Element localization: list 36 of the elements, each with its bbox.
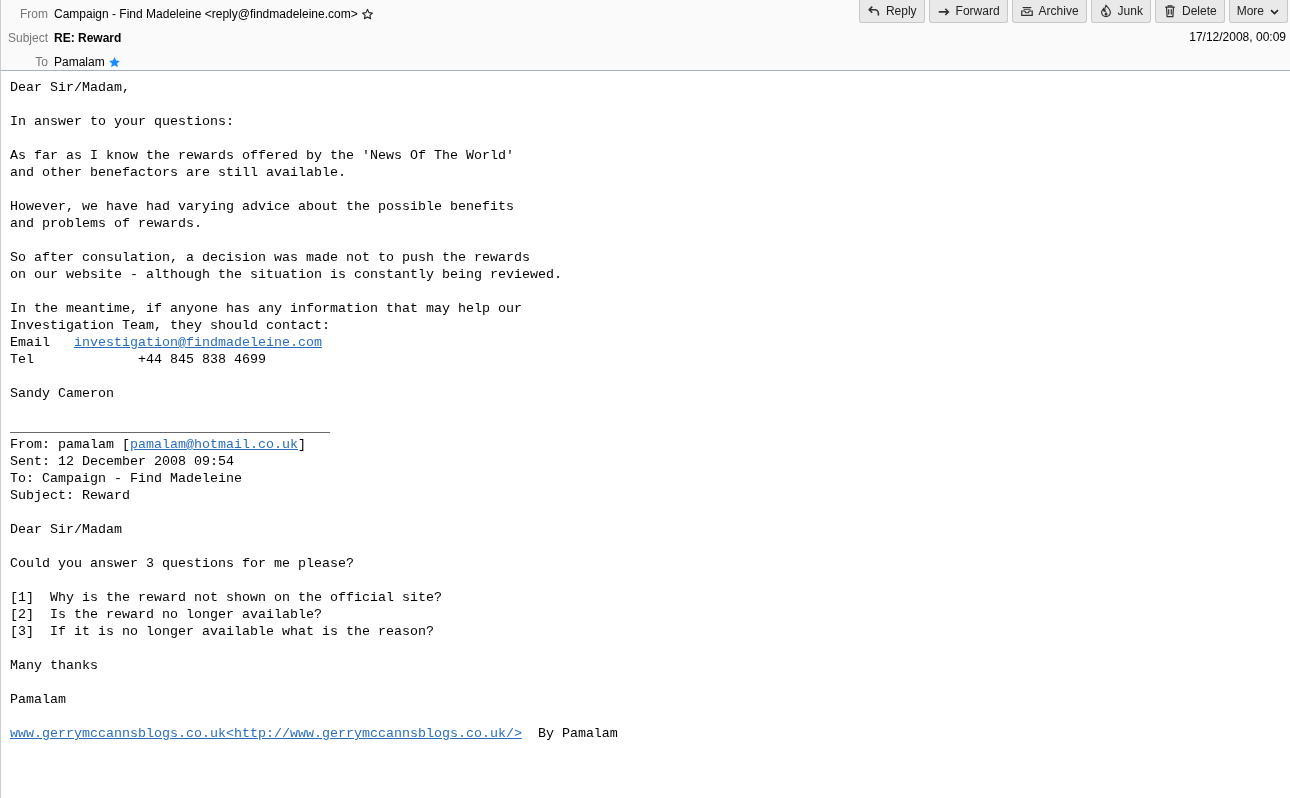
link[interactable]: investigation@findmadeleine.com [74, 335, 322, 350]
contact-name[interactable]: Pamalam [54, 53, 105, 71]
paragraph: Could you answer 3 questions for me please? [10, 555, 354, 572]
star-icon[interactable] [107, 55, 121, 69]
reply-button[interactable]: Reply [858, 0, 925, 23]
paragraph: However, we have had varying advice about the possible benefits and problems of rewards. [10, 198, 514, 232]
archive-button[interactable]: Archive [1011, 0, 1087, 23]
paragraph: Dear Sir/Madam, [10, 79, 130, 96]
star-icon[interactable] [360, 7, 374, 21]
forward-button[interactable]: Forward [928, 0, 1008, 23]
paragraph: Sandy Cameron [10, 385, 114, 402]
delete-button[interactable]: Delete [1154, 0, 1225, 23]
junk-button[interactable]: Junk [1090, 0, 1151, 23]
paragraph: In the meantime, if anyone has any information that may help our Investigation Team, they should contact: Email investigation@findmadeleine.com Tel +44 845 838 4699 [10, 300, 522, 368]
field-label: To [34, 54, 48, 71]
paragraph: Many thanks [10, 657, 98, 674]
paragraph: Pamalam [10, 691, 66, 708]
link[interactable]: www.gerrymccannsblogs.co.uk<http://www.gerrymccannsblogs.co.uk/> [10, 726, 522, 741]
flame-icon [1098, 4, 1113, 18]
field-label: From [19, 6, 48, 23]
trash-icon [1162, 4, 1177, 18]
contact-name[interactable]: Campaign - Find Madeleine <reply@findmadeleine.com> [54, 5, 358, 23]
tray-icon [1019, 4, 1034, 18]
paragraph: Dear Sir/Madam [10, 521, 122, 538]
field-label: Subject [6, 30, 48, 47]
more-button[interactable]: More [1228, 0, 1288, 23]
paragraph: As far as I know the rewards offered by the 'News Of The World' and other benefactors are still available. [10, 147, 514, 181]
subject-text: RE: Reward [54, 30, 122, 47]
paragraph: www.gerrymccannsblogs.co.uk<http://www.gerrymccannsblogs.co.uk/> By Pamalam [10, 725, 618, 742]
link[interactable]: pamalam@hotmail.co.uk [130, 437, 298, 452]
date-text: 17/12/2008, 00:09 [1189, 29, 1286, 46]
paragraph: [1] Why is the reward not shown on the official site? [2] Is the reward no longer available? [3] If it is no longer available what is the reason? [10, 589, 442, 640]
paragraph: So after consulation, a decision was made not to push the rewards on our website - although the situation is constantly being reviewed. [10, 249, 562, 283]
paragraph: ________________________________________ From: pamalam [pamalam@hotmail.co.uk] Sent: 12 December 2008 09:54 To: Campaign - Find Madeleine Subject: Reward [10, 419, 330, 504]
reply-icon [866, 4, 881, 18]
paragraph: In answer to your questions: [10, 113, 234, 130]
